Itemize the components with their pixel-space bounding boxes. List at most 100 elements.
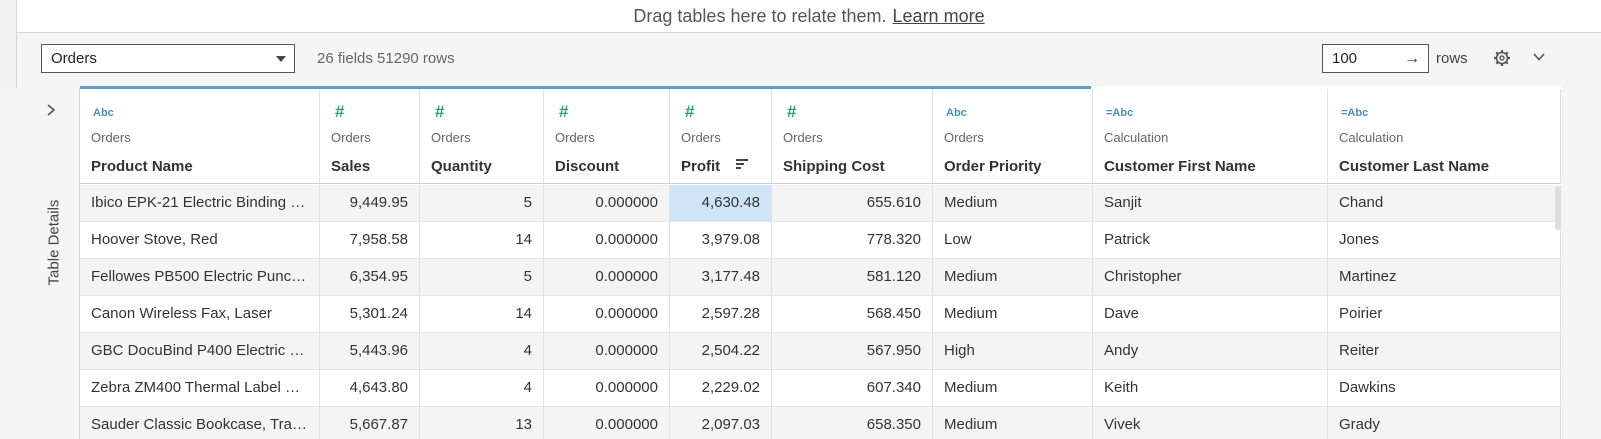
table-row[interactable]: GBC DocuBind P400 Electric Binding 5,443.… [80, 333, 1561, 370]
string-type-icon[interactable]: Abc [93, 107, 114, 119]
table-cell[interactable]: 567.950 [772, 333, 933, 370]
number-type-icon[interactable]: # [685, 102, 694, 122]
table-cell[interactable]: 5 [420, 259, 544, 296]
column-header[interactable]: # Orders Shipping Cost [772, 89, 933, 184]
column-header[interactable]: Abc Orders Order Priority [933, 89, 1093, 184]
gear-icon[interactable] [1492, 48, 1512, 68]
table-cell[interactable]: Zebra ZM400 Thermal Label Printer [80, 370, 320, 407]
table-cell[interactable]: Christopher [1093, 259, 1328, 296]
table-cell[interactable]: 0.000000 [544, 333, 670, 370]
table-cell[interactable]: Canon Wireless Fax, Laser [80, 296, 320, 333]
column-header[interactable]: =Abc Calculation Customer Last Name [1328, 89, 1561, 184]
string-type-icon[interactable]: Abc [946, 107, 967, 119]
table-row[interactable]: Fellowes PB500 Electric Punch Plastic6,3… [80, 259, 1561, 296]
learn-more-link[interactable]: Learn more [893, 6, 985, 27]
relationship-drop-zone[interactable]: Drag tables here to relate them. Learn m… [17, 0, 1601, 33]
table-cell[interactable]: 3,979.08 [670, 222, 772, 259]
table-cell[interactable]: 2,504.22 [670, 333, 772, 370]
table-cell[interactable]: 607.340 [772, 370, 933, 407]
column-header[interactable]: # Orders Quantity [420, 89, 544, 184]
table-cell[interactable]: 4 [420, 370, 544, 407]
column-header[interactable]: # Orders Profit [670, 89, 772, 184]
chevron-down-icon[interactable] [1531, 49, 1547, 65]
table-cell[interactable]: Poirier [1328, 296, 1561, 333]
table-cell[interactable]: Ibico EPK-21 Electric Binding System [80, 185, 320, 222]
table-cell[interactable]: Andy [1093, 333, 1328, 370]
table-cell[interactable]: 0.000000 [544, 259, 670, 296]
number-type-icon[interactable]: # [435, 102, 444, 122]
table-cell[interactable]: 4,630.48 [670, 185, 772, 222]
table-row[interactable]: Zebra ZM400 Thermal Label Printer 4,643.8… [80, 370, 1561, 407]
table-cell[interactable]: 5,667.87 [320, 407, 420, 439]
table-cell[interactable]: Jones [1328, 222, 1561, 259]
table-cell[interactable]: High [933, 333, 1093, 370]
table-cell[interactable]: Dave [1093, 296, 1328, 333]
arrow-right-icon[interactable]: → [1404, 45, 1420, 72]
data-grid: Abc Orders Product Name # Orders Sales # Orders… [80, 86, 1561, 439]
table-cell[interactable]: 0.000000 [544, 407, 670, 439]
column-header[interactable]: =Abc Calculation Customer First Name [1093, 89, 1328, 184]
table-cell[interactable]: 568.450 [772, 296, 933, 333]
table-cell[interactable]: 2,229.02 [670, 370, 772, 407]
table-cell[interactable]: Medium [933, 370, 1093, 407]
table-cell[interactable]: 5,301.24 [320, 296, 420, 333]
table-cell[interactable]: 0.000000 [544, 185, 670, 222]
table-cell[interactable]: 7,958.58 [320, 222, 420, 259]
column-header[interactable]: # Orders Sales [320, 89, 420, 184]
table-cell[interactable]: 0.000000 [544, 222, 670, 259]
calculated-string-type-icon[interactable]: =Abc [1341, 107, 1368, 119]
table-cell[interactable]: 0.000000 [544, 370, 670, 407]
table-cell[interactable]: Reiter [1328, 333, 1561, 370]
calculated-string-type-icon[interactable]: =Abc [1106, 107, 1133, 119]
table-cell[interactable]: Martinez [1328, 259, 1561, 296]
table-cell[interactable]: 5 [420, 185, 544, 222]
number-type-icon[interactable]: # [559, 102, 568, 122]
table-cell[interactable]: 2,597.28 [670, 296, 772, 333]
table-cell[interactable]: Medium [933, 296, 1093, 333]
table-details-label[interactable]: Table Details [46, 198, 63, 288]
column-source: Orders [331, 130, 371, 145]
table-select[interactable]: Orders [41, 44, 295, 73]
number-type-icon[interactable]: # [335, 102, 344, 122]
table-cell[interactable]: 4,643.80 [320, 370, 420, 407]
table-cell[interactable]: 14 [420, 222, 544, 259]
table-cell[interactable]: 4 [420, 333, 544, 370]
table-cell[interactable]: 778.320 [772, 222, 933, 259]
rows-input[interactable]: 100 → [1322, 44, 1429, 73]
number-type-icon[interactable]: # [787, 102, 796, 122]
table-cell[interactable]: 581.120 [772, 259, 933, 296]
table-cell[interactable]: Vivek [1093, 407, 1328, 439]
table-cell[interactable]: Low [933, 222, 1093, 259]
table-row[interactable]: Hoover Stove, Red 7,958.58 14 0.000000 3,979… [80, 222, 1561, 259]
table-cell[interactable]: Medium [933, 407, 1093, 439]
table-cell[interactable]: Fellowes PB500 Electric Punch Plastic [80, 259, 320, 296]
table-cell[interactable]: 658.350 [772, 407, 933, 439]
table-cell[interactable]: Hoover Stove, Red [80, 222, 320, 259]
table-cell[interactable]: 6,354.95 [320, 259, 420, 296]
table-cell[interactable]: Sanjit [1093, 185, 1328, 222]
table-cell[interactable]: 9,449.95 [320, 185, 420, 222]
table-cell[interactable]: 13 [420, 407, 544, 439]
table-cell[interactable]: 655.610 [772, 185, 933, 222]
table-cell[interactable]: GBC DocuBind P400 Electric Binding [80, 333, 320, 370]
table-row[interactable]: Sauder Classic Bookcase, Traditional 5,66… [80, 407, 1561, 439]
chevron-right-icon[interactable] [45, 103, 57, 117]
column-header[interactable]: Abc Orders Product Name [80, 89, 320, 184]
table-cell[interactable]: 0.000000 [544, 296, 670, 333]
table-cell[interactable]: 3,177.48 [670, 259, 772, 296]
table-row[interactable]: Canon Wireless Fax, Laser 5,301.24 14 0.000… [80, 296, 1561, 333]
table-row[interactable]: Ibico EPK-21 Electric Binding System 9,44… [80, 185, 1561, 222]
sort-descending-icon[interactable] [735, 157, 749, 171]
table-cell[interactable]: Sauder Classic Bookcase, Traditional [80, 407, 320, 439]
table-cell[interactable]: Dawkins [1328, 370, 1561, 407]
table-cell[interactable]: Chand [1328, 185, 1561, 222]
table-cell[interactable]: 2,097.03 [670, 407, 772, 439]
table-cell[interactable]: Grady [1328, 407, 1561, 439]
table-cell[interactable]: Medium [933, 259, 1093, 296]
table-cell[interactable]: Medium [933, 185, 1093, 222]
table-cell[interactable]: 14 [420, 296, 544, 333]
table-cell[interactable]: Patrick [1093, 222, 1328, 259]
column-header[interactable]: # Orders Discount [544, 89, 670, 184]
table-cell[interactable]: 5,443.96 [320, 333, 420, 370]
table-cell[interactable]: Keith [1093, 370, 1328, 407]
